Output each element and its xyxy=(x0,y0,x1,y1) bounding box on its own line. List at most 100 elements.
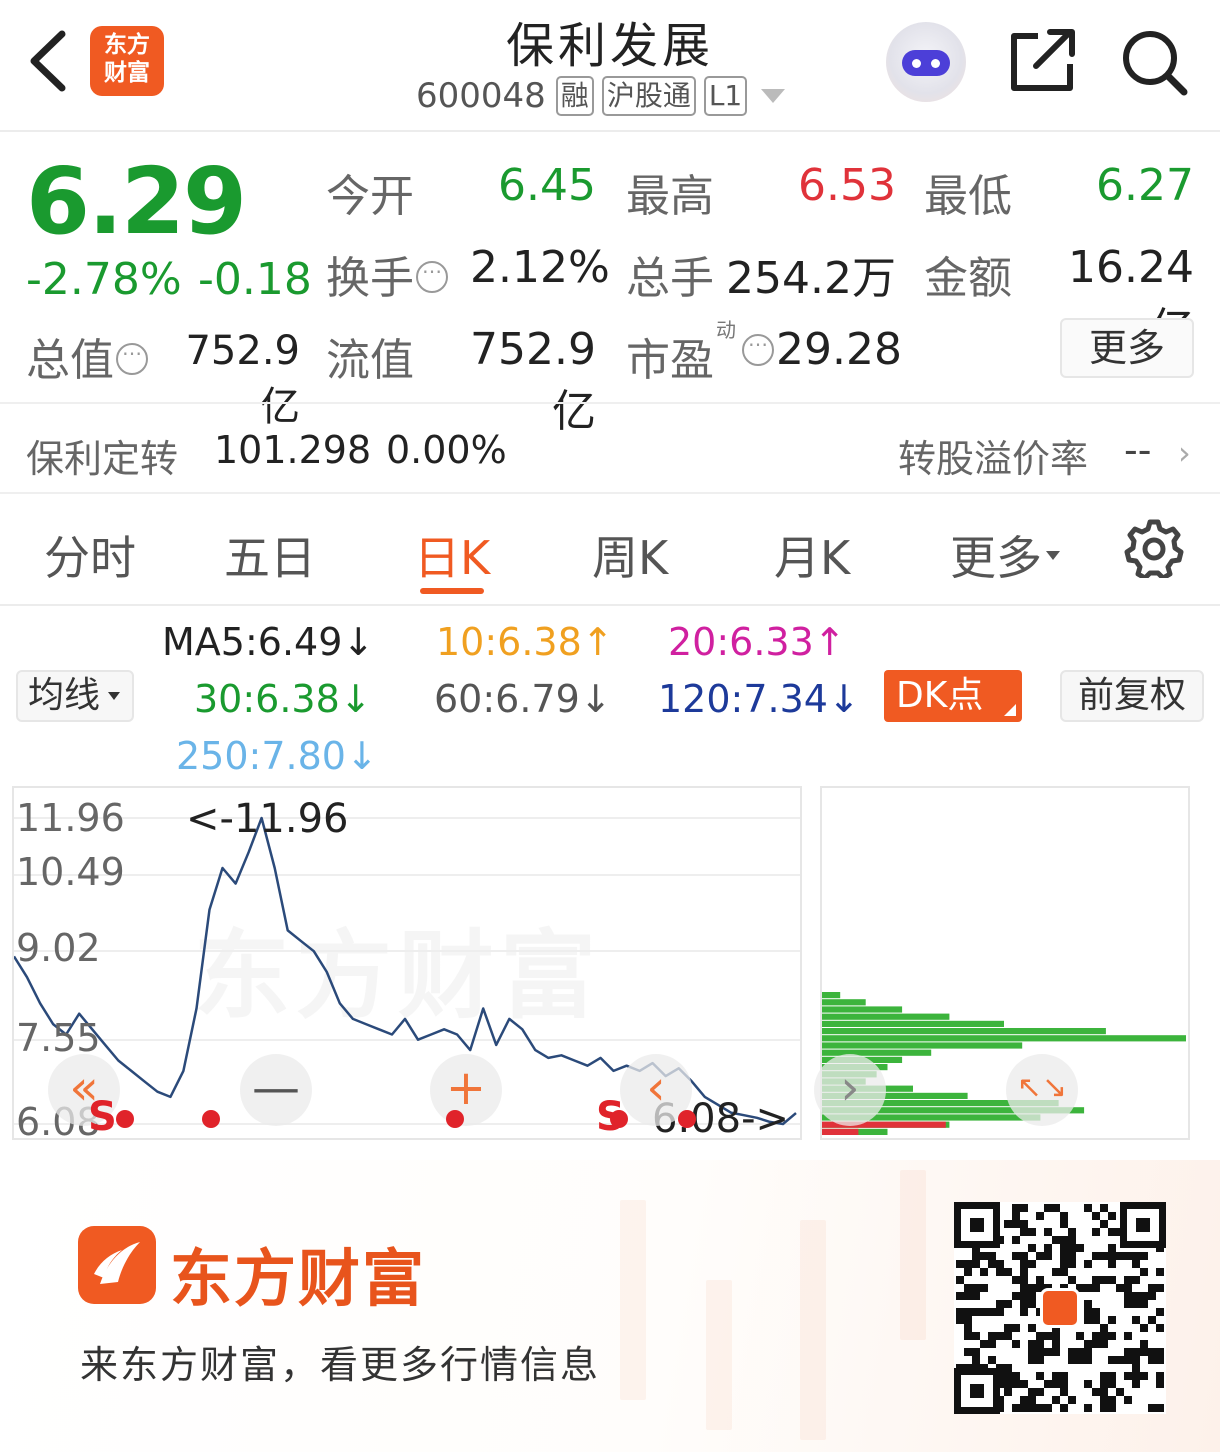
scroll-right-icon[interactable]: › xyxy=(814,1054,886,1126)
qr-module xyxy=(1004,1332,1012,1340)
qr-module xyxy=(1108,1380,1116,1388)
fullscreen-icon[interactable]: ↖↘ xyxy=(1006,1054,1078,1126)
qr-module xyxy=(972,1260,980,1268)
tab-daily-k[interactable]: 日K xyxy=(414,522,490,588)
qr-module xyxy=(1052,1268,1060,1276)
qr-module xyxy=(1068,1396,1076,1404)
qr-module xyxy=(1132,1260,1140,1268)
qr-module xyxy=(1108,1356,1116,1364)
info-icon[interactable] xyxy=(742,327,774,366)
pe-dynamic-mark: 动 xyxy=(716,318,736,342)
adjust-mode-button[interactable]: 前复权 xyxy=(1060,670,1204,722)
qr-module xyxy=(1036,1212,1044,1220)
qr-module xyxy=(1132,1380,1140,1388)
qr-module xyxy=(1084,1356,1092,1364)
qr-module xyxy=(1156,1308,1164,1316)
qr-module xyxy=(980,1284,988,1292)
qr-module xyxy=(1084,1300,1092,1308)
qr-module xyxy=(1036,1252,1044,1260)
qr-module xyxy=(1020,1308,1028,1316)
kline-chart[interactable]: 东方财富 11.96 10.49 9.02 7.55 6.08 <-11.96 … xyxy=(12,786,802,1144)
mktcap-label-text: 总值 xyxy=(26,335,114,386)
qr-module xyxy=(956,1276,964,1284)
qr-module xyxy=(964,1348,972,1356)
qr-module xyxy=(1084,1380,1092,1388)
qr-module xyxy=(1092,1228,1100,1236)
qr-module xyxy=(1020,1268,1028,1276)
profile-bar-green xyxy=(822,992,841,999)
tab-intraday[interactable]: 分时 xyxy=(44,522,136,588)
qr-module xyxy=(1124,1356,1132,1364)
margin-tag: 融 xyxy=(555,76,594,116)
qr-module xyxy=(1116,1388,1124,1396)
robot-assistant-icon[interactable] xyxy=(886,22,966,102)
qr-module xyxy=(1044,1252,1052,1260)
decor-candle xyxy=(900,1170,926,1340)
volume-value: 254.2万 xyxy=(726,253,896,304)
info-icon[interactable] xyxy=(116,336,148,375)
active-tab-indicator xyxy=(420,588,484,594)
promo-banner[interactable]: 东方财富 来东方财富，看更多行情信息 xyxy=(0,1160,1220,1452)
qr-module xyxy=(1108,1372,1116,1380)
qr-module xyxy=(1124,1300,1132,1308)
share-icon[interactable] xyxy=(1008,28,1078,94)
chevron-down-icon[interactable] xyxy=(761,89,786,103)
qr-module xyxy=(972,1284,980,1292)
qr-module xyxy=(1092,1388,1100,1396)
qr-module xyxy=(1100,1388,1108,1396)
ma5-value: MA5:6.49↓ xyxy=(162,620,375,664)
qr-module xyxy=(1092,1212,1100,1220)
stock-code-row[interactable]: 600048 融 沪股通 L1 xyxy=(416,74,786,118)
qr-module xyxy=(1060,1212,1068,1220)
qr-module xyxy=(1108,1228,1116,1236)
tab-five-day[interactable]: 五日 xyxy=(224,522,316,588)
qr-code xyxy=(954,1202,1166,1414)
qr-module xyxy=(996,1300,1004,1308)
qr-module xyxy=(988,1340,996,1348)
qr-module xyxy=(1020,1284,1028,1292)
qr-module xyxy=(956,1292,964,1300)
signal-dot xyxy=(610,1110,628,1128)
qr-module xyxy=(1132,1316,1140,1324)
qr-module xyxy=(1060,1372,1068,1380)
tab-monthly-k[interactable]: 月K xyxy=(774,522,850,588)
dk-point-button[interactable]: DK点 xyxy=(884,670,1022,722)
qr-module xyxy=(1060,1268,1068,1276)
qr-module xyxy=(1068,1276,1076,1284)
more-stats-button[interactable]: 更多 xyxy=(1060,318,1194,378)
search-icon[interactable] xyxy=(1118,26,1190,98)
qr-module xyxy=(1124,1284,1132,1292)
qr-module xyxy=(1004,1364,1012,1372)
profile-bar-green xyxy=(822,1006,903,1013)
qr-module xyxy=(1124,1372,1132,1380)
qr-module xyxy=(1020,1292,1028,1300)
brand-name: 东方财富 xyxy=(170,1242,427,1315)
qr-module xyxy=(1004,1300,1012,1308)
qr-module xyxy=(1012,1404,1020,1412)
tab-weekly-k[interactable]: 周K xyxy=(592,522,668,588)
qr-module xyxy=(1084,1260,1092,1268)
chevron-down-icon xyxy=(1046,551,1060,560)
qr-module xyxy=(972,1348,980,1356)
profile-bar-green xyxy=(822,1035,1186,1042)
qr-module xyxy=(1036,1404,1044,1412)
qr-module xyxy=(1084,1204,1092,1212)
qr-module xyxy=(1012,1372,1020,1380)
convertible-bond-row[interactable]: 保利定转 101.298 0.00% 转股溢价率 -- › xyxy=(0,404,1220,494)
tab-more[interactable]: 更多 xyxy=(950,522,1060,588)
gear-icon[interactable] xyxy=(1124,518,1184,581)
info-icon[interactable] xyxy=(416,254,448,293)
volume-profile-panel[interactable]: › ↖↘ xyxy=(814,786,1190,1140)
ma-selector[interactable]: 均线 xyxy=(16,670,134,722)
qr-module xyxy=(1036,1348,1044,1356)
zoom-out-icon[interactable]: — xyxy=(240,1054,312,1126)
qr-module xyxy=(1140,1300,1148,1308)
qr-module xyxy=(1140,1372,1148,1380)
qr-module xyxy=(1116,1252,1124,1260)
hk-connect-tag: 沪股通 xyxy=(601,76,696,116)
qr-module xyxy=(1052,1372,1060,1380)
qr-module xyxy=(1028,1228,1036,1236)
qr-module xyxy=(1156,1380,1164,1388)
zoom-in-icon[interactable]: + xyxy=(430,1054,502,1126)
qr-module xyxy=(1140,1340,1148,1348)
